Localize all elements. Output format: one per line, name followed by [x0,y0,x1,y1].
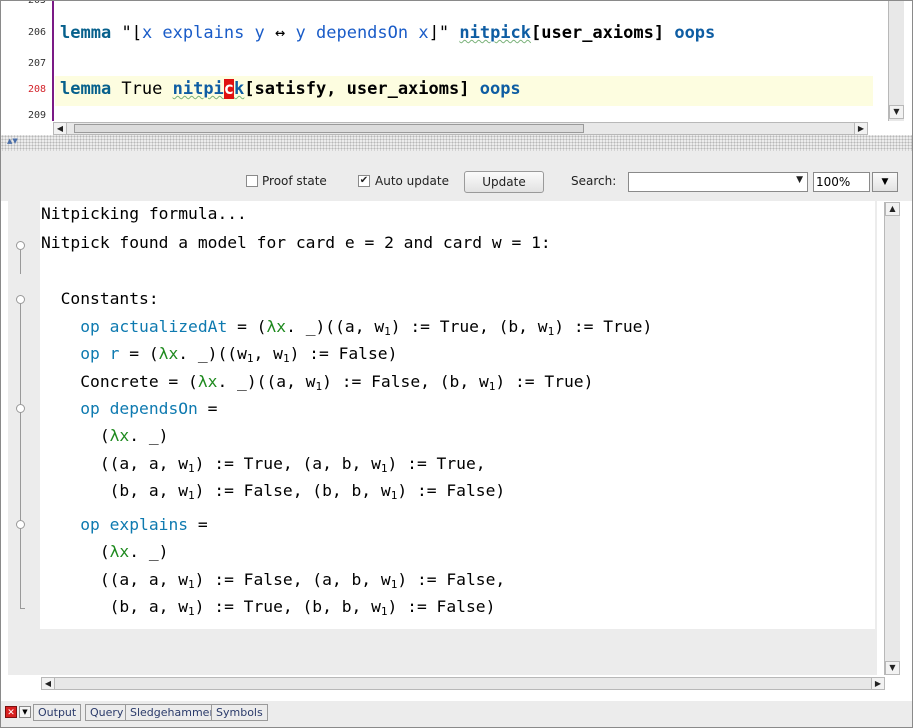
auto-update-label: Auto update [375,174,449,188]
tab-output[interactable]: Output [33,704,82,721]
keyword-oops: oops [479,79,521,99]
scroll-left-arrow-icon[interactable]: ◀ [41,677,55,690]
output-line-r: op r = (λx. _)((w1, w1) := False) [41,344,398,365]
keyword-nitpick: nitpick [459,23,532,43]
keyword-nitpick: nitpi [172,79,224,99]
const-dependsOn: dependsOn [305,23,419,43]
output-line-concrete: Concrete = (λx. _)((a, w1) := False, (b,… [41,372,594,393]
keyword-oops: oops [674,23,716,43]
chevron-down-icon[interactable]: ▼ [796,175,803,185]
iff-symbol: ↔ [264,23,296,43]
keyword-lemma: lemma [60,23,112,43]
code-line-206[interactable]: lemma "⌊x explains y ↔ y dependsOn x⌋" n… [60,23,872,43]
isabelle-window: 205 206 207 208 209 lemma "⌊x explains y… [0,0,913,728]
fold-line [20,413,21,497]
search-label: Search: [571,174,617,188]
scroll-right-arrow-icon[interactable]: ▶ [854,122,868,135]
output-line: ((a, a, w1) := False, (a, b, w1) := Fals… [41,570,506,591]
proof-state-label: Proof state [262,174,327,188]
line-number: 209 [28,110,47,121]
output-horizontal-scrollbar[interactable]: ◀ ▶ [41,677,885,690]
zoom-dropdown-icon[interactable]: ▼ [872,172,898,192]
free-var: y [254,23,265,43]
free-var: y [295,23,306,43]
proof-state-checkbox[interactable] [246,175,258,187]
editor-vertical-scrollbar[interactable]: ▼ [888,1,904,121]
fold-gutter [8,201,40,675]
scroll-left-arrow-icon[interactable]: ◀ [53,122,67,135]
scroll-up-arrow-icon[interactable]: ▲ [885,202,900,216]
nitpick-args: [user_axioms] [531,23,665,43]
editor-horizontal-scrollbar[interactable]: ◀ ▶ [53,122,868,135]
nitpick-args: [satisfy, user_axioms] [244,79,470,99]
close-icon[interactable]: ✕ [5,706,17,718]
output-vertical-scrollbar[interactable]: ▲ ▼ [884,202,900,675]
cartouche-close: ⌋ [428,23,439,43]
splitter-arrows-icon[interactable]: ▲▼ [7,137,18,145]
free-var: x [418,23,429,43]
line-number: 207 [28,58,47,69]
term-true: True [111,79,173,99]
update-button[interactable]: Update [464,171,544,193]
output-line-dependsOn: op dependsOn = [41,399,218,418]
scroll-down-arrow-icon[interactable]: ▼ [889,105,904,119]
zoom-input[interactable]: 100% [813,172,870,192]
line-number-gutter: 205 206 207 208 209 [22,1,52,121]
dock-tab-bar: ✕ ▼ Output Query Sledgehammer Symbols [1,701,912,727]
output-line: Nitpick found a model for card e = 2 and… [41,233,551,252]
fold-marker-icon[interactable] [16,241,25,250]
fold-end [20,608,25,609]
output-toolbar: Proof state ✔ Auto update Update Search:… [1,151,912,201]
fold-line [20,250,21,274]
line-number-current: 208 [28,84,47,95]
output-pane[interactable]: Nitpicking formula... Nitpick found a mo… [8,201,877,675]
output-line: (λx. _) [41,426,169,445]
free-var: x [141,23,153,43]
code-line-208[interactable]: lemma True nitpick[satisfy, user_axioms]… [60,79,872,99]
fold-marker-icon[interactable] [16,295,25,304]
auto-update-checkbox[interactable]: ✔ [358,175,370,187]
search-input[interactable]: ▼ [628,172,808,192]
output-line-explains: op explains = [41,515,208,534]
output-line-actualizedAt: op actualizedAt = (λx. _)((a, w1) := Tru… [41,317,653,338]
scroll-right-arrow-icon[interactable]: ▶ [871,677,885,690]
quote: " [121,23,132,43]
quote: " [438,23,450,43]
scrollbar-thumb[interactable] [74,124,584,133]
scroll-down-arrow-icon[interactable]: ▼ [885,661,900,675]
text-cursor: c [223,79,235,99]
cartouche-open: ⌊ [131,23,142,43]
line-number: 206 [28,27,47,38]
output-line: (λx. _) [41,542,169,561]
output-line: (b, a, w1) := True, (b, b, w1) := False) [41,597,496,618]
gutter-separator [52,1,54,121]
line-number: 205 [28,1,46,6]
fold-marker-icon[interactable] [16,520,25,529]
keyword-lemma: lemma [60,79,112,99]
tab-symbols[interactable]: Symbols [211,704,268,721]
output-line-constants: Constants: [41,289,159,308]
output-line: (b, a, w1) := False, (b, b, w1) := False… [41,481,506,502]
output-line: Nitpicking formula... [41,204,247,223]
pane-splitter[interactable]: ▲▼ [1,135,912,151]
tab-query[interactable]: Query [85,704,129,721]
theory-editor[interactable]: 205 206 207 208 209 lemma "⌊x explains y… [6,1,904,121]
output-line: ((a, a, w1) := True, (a, b, w1) := True, [41,454,486,475]
dock-menu-icon[interactable]: ▼ [19,706,31,718]
fold-marker-icon[interactable] [16,404,25,413]
tab-sledgehammer[interactable]: Sledgehammer [125,704,219,721]
const-explains: explains [152,23,255,43]
keyword-nitpick: k [234,79,245,99]
